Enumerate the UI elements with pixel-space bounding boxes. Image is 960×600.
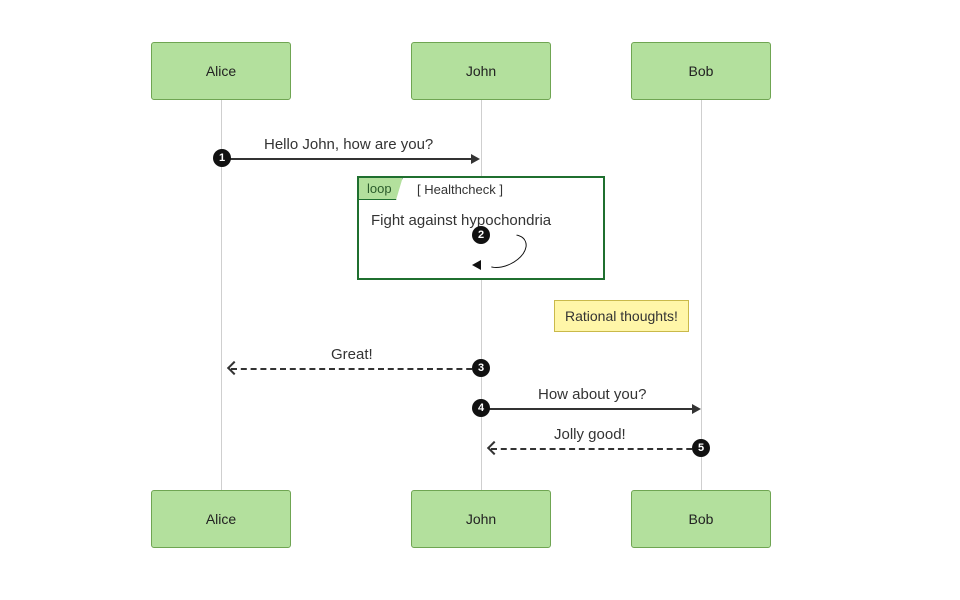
loop-body-text: Fight against hypochondria (371, 212, 551, 229)
lifeline-bob (701, 98, 702, 492)
message-label-5: Jolly good! (554, 426, 626, 443)
self-message-arrowhead-icon (472, 260, 481, 270)
participant-label: John (466, 63, 496, 79)
participant-top-bob: Bob (631, 42, 771, 100)
participant-label: Alice (206, 63, 236, 79)
message-label-3: Great! (331, 346, 373, 363)
message-label-4: How about you? (538, 386, 646, 403)
note-rational-thoughts: Rational thoughts! (554, 300, 689, 332)
seqnum-1: 1 (213, 149, 231, 167)
seqnum-2: 2 (472, 226, 490, 244)
participant-label: Bob (689, 63, 714, 79)
message-arrow-1 (222, 158, 471, 160)
participant-top-alice: Alice (151, 42, 291, 100)
seqnum-4: 4 (472, 399, 490, 417)
message-arrow-5 (491, 448, 702, 450)
note-text: Rational thoughts! (565, 308, 678, 324)
loop-keyword: loop (359, 178, 403, 200)
participant-label: John (466, 511, 496, 527)
participant-bottom-bob: Bob (631, 490, 771, 548)
seqnum-3: 3 (472, 359, 490, 377)
participant-label: Bob (689, 511, 714, 527)
participant-bottom-alice: Alice (151, 490, 291, 548)
participant-label: Alice (206, 511, 236, 527)
message-arrow-3 (231, 368, 482, 370)
seqnum-5: 5 (692, 439, 710, 457)
participant-bottom-john: John (411, 490, 551, 548)
participant-top-john: John (411, 42, 551, 100)
message-arrow-4 (482, 408, 692, 410)
loop-condition: [ Healthcheck ] (417, 182, 503, 197)
lifeline-john (481, 98, 482, 492)
message-label-1: Hello John, how are you? (264, 136, 433, 153)
